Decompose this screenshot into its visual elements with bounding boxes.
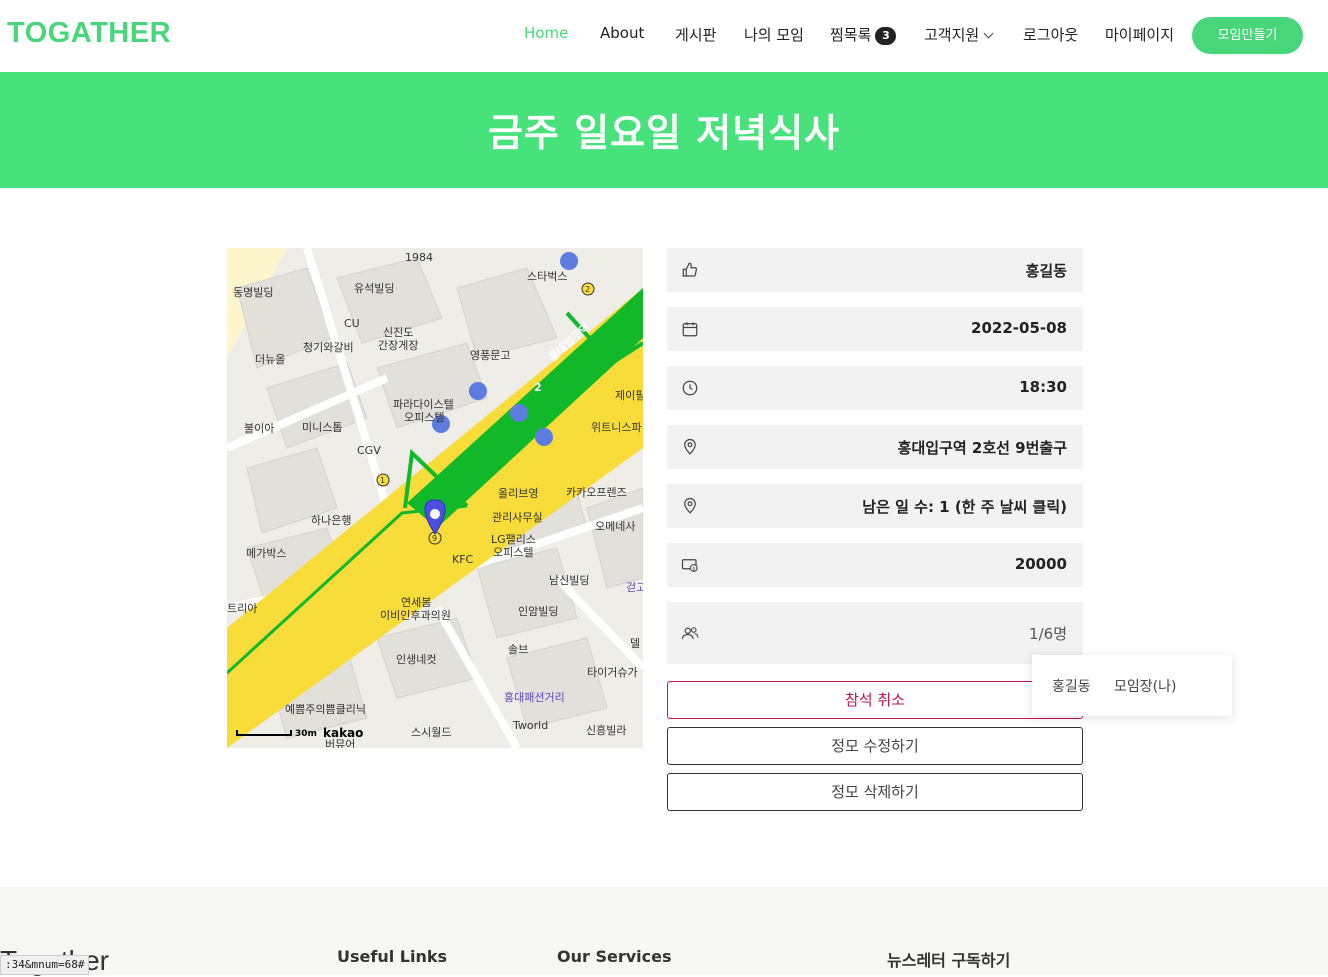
price-row: $ 20000 (667, 543, 1083, 587)
nav-mypage[interactable]: 마이페이지 (1105, 24, 1174, 45)
host-row: 홍길동 (667, 248, 1083, 292)
map-label: 홍대패션거리 (504, 691, 565, 704)
map-label: 하나은행 (311, 514, 352, 527)
nav-about[interactable]: About (600, 24, 644, 42)
map-label: 9 (432, 534, 438, 543)
meeting-date: 2022-05-08 (971, 319, 1067, 337)
nav-my-meetings[interactable]: 나의 모임 (744, 24, 804, 45)
map-label: Tworld (513, 719, 549, 732)
map-label: 스타벅스 (527, 270, 568, 283)
map-label: 솔브 (508, 643, 529, 656)
map-label: 유석빌딩 (354, 282, 395, 295)
kakao-logo: kakao (323, 726, 364, 740)
nav-logout[interactable]: 로그아웃 (1023, 24, 1078, 45)
map[interactable]: 1984 스타벅스 동명빌딩 유석빌딩 CU 청기와갈비 신진도 간장게장 영풍… (227, 248, 643, 748)
chevron-down-icon (983, 28, 994, 39)
wishlist-count-badge: 3 (875, 27, 897, 45)
nav-support-label: 고객지원 (924, 26, 980, 44)
meeting-price: 20000 (1014, 555, 1067, 573)
thumbs-up-icon (682, 262, 698, 277)
footer: Togather Useful Links Our Services 뉴스레터 … (0, 887, 1328, 976)
member-name: 홍길동 (1052, 679, 1091, 695)
money-icon: $ (681, 559, 698, 572)
map-label: 인생네컷 (396, 653, 437, 666)
map-label: 예쁨주의쁨클리닉 (285, 703, 366, 716)
map-label: KFC (452, 553, 474, 566)
svg-text:$: $ (692, 566, 695, 572)
weather-link[interactable]: 남은 일 수: 1 (한 주 날씨 클릭) (862, 496, 1067, 517)
member-role: 모임장(나) (1114, 679, 1177, 695)
map-label: CU (344, 317, 360, 330)
map-label: 관리사무실 (492, 511, 543, 524)
map-label: 2 (534, 381, 542, 394)
footer-services-heading: Our Services (557, 947, 672, 966)
host-name: 홍길동 (1025, 262, 1067, 280)
location-row: 홍대입구역 2호선 9번출구 (667, 425, 1083, 469)
map-label: 스시월드 (411, 726, 452, 739)
members-row[interactable]: 1/6명 (667, 602, 1083, 664)
date-row: 2022-05-08 (667, 307, 1083, 351)
map-label: 인암빌딩 (518, 605, 559, 618)
map-label: 트리아 (227, 602, 258, 615)
map-label: 2 (585, 285, 591, 294)
map-label: 올리브영 (498, 487, 539, 500)
map-label: 미니스톱 (302, 421, 343, 434)
members-popup: 홍길동 모임장(나) (1032, 655, 1232, 716)
status-bar-url: :34&mnum=68# (0, 955, 90, 975)
hero-banner: 금주 일요일 저녁식사 (0, 72, 1328, 188)
members-count[interactable]: 1/6명 (1029, 623, 1067, 644)
map-label: 제이필 (615, 389, 643, 402)
map-label: 오메네사 (595, 520, 636, 533)
map-label: 이비인후과의원 (380, 609, 451, 622)
map-scale-label: 30m (295, 729, 317, 739)
header: TOGATHER Home About 게시판 나의 모임 찜목록 3 고객지원 … (0, 0, 1328, 72)
footer-newsletter-heading: 뉴스레터 구독하기 (887, 951, 1011, 970)
cancel-attendance-button[interactable]: 참석 취소 (667, 681, 1083, 719)
map-pin-icon (684, 497, 696, 514)
map-label: 카카오프렌즈 (566, 486, 627, 499)
main-nav: Home About 게시판 나의 모임 찜목록 3 고객지원 로그아웃 마이페이… (0, 0, 1328, 72)
map-label: 메가박스 (246, 547, 287, 560)
calendar-icon (682, 322, 698, 337)
weather-row[interactable]: 남은 일 수: 1 (한 주 날씨 클릭) (667, 484, 1083, 528)
map-scale-bar (236, 730, 292, 736)
map-label: 위트니스파 (591, 421, 642, 434)
map-label: 오피스텔 (404, 411, 445, 424)
map-label: 신흥빌라 (586, 724, 627, 737)
map-label: 동명빌딩 (233, 286, 274, 299)
map-label: 간장게장 (378, 339, 419, 352)
page-title: 금주 일요일 저녁식사 (487, 111, 841, 155)
map-label: 타이거슈가 (587, 666, 638, 679)
map-label: 영풍문고 (470, 349, 511, 362)
users-icon (681, 627, 699, 640)
map-label: 청기와갈비 (303, 341, 354, 354)
nav-wishlist-label: 찜목록 (830, 26, 872, 44)
map-label: 더뉴올 (255, 353, 286, 366)
delete-meeting-button[interactable]: 정모 삭제하기 (667, 773, 1083, 811)
edit-meeting-button[interactable]: 정모 수정하기 (667, 727, 1083, 765)
map-label: 1984 (405, 251, 433, 264)
map-label: CGV (357, 444, 381, 457)
map-label: 걷고 (626, 581, 643, 594)
clock-icon (682, 380, 698, 396)
map-label: 델 (630, 637, 641, 650)
map-label: 남신빌딩 (549, 574, 590, 587)
create-meeting-button[interactable]: 모임만들기 (1192, 17, 1303, 54)
meeting-time: 18:30 (1019, 378, 1067, 396)
nav-home[interactable]: Home (524, 24, 568, 42)
map-pin-icon (684, 438, 696, 455)
footer-useful-links-heading: Useful Links (337, 947, 448, 966)
time-row: 18:30 (667, 366, 1083, 410)
nav-board[interactable]: 게시판 (675, 24, 716, 45)
meeting-location: 홍대입구역 2호선 9번출구 (897, 439, 1067, 457)
map-label: 불이아 (244, 422, 275, 435)
map-label: 1 (380, 476, 386, 485)
nav-support[interactable]: 고객지원 (924, 24, 994, 45)
map-label: 오피스텔 (493, 546, 534, 559)
nav-wishlist[interactable]: 찜목록 3 (830, 24, 897, 45)
